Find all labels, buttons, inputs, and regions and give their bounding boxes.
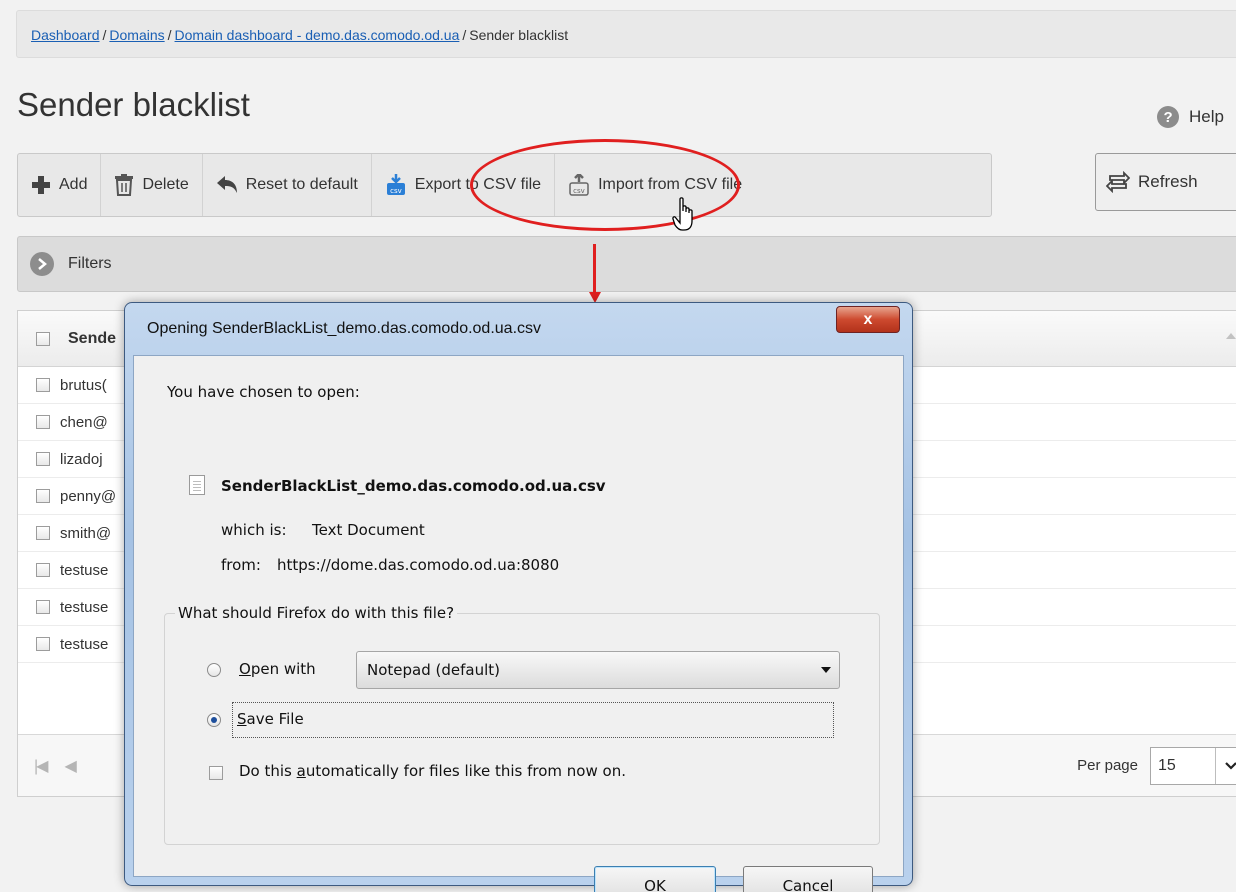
open-with-app-value: Notepad (default) [367,661,500,679]
row-sender: brutus( [60,376,107,394]
row-sender: testuse [60,561,109,579]
undo-icon [216,175,238,195]
row-checkbox[interactable] [36,563,50,577]
help-icon: ? [1157,106,1180,128]
text-file-icon [189,475,205,495]
open-file-dialog: Opening SenderBlackList_demo.das.comodo.… [124,302,913,892]
refresh-icon [1106,171,1130,193]
row-sender: smith@ [60,524,112,542]
file-name: SenderBlackList_demo.das.comodo.od.ua.cs… [221,477,606,495]
save-file-accelerator: S [237,710,247,728]
per-page-value: 15 [1158,756,1176,774]
row-sender: penny@ [60,487,117,505]
row-checkbox[interactable] [36,526,50,540]
first-page-icon[interactable]: |◀ [34,756,49,776]
page-title: Sender blacklist [17,86,250,123]
sort-arrow-icon[interactable] [1226,333,1236,339]
csv-export-icon: csv [385,174,407,196]
row-sender: testuse [60,635,109,653]
row-sender: lizadoj [60,450,103,468]
row-checkbox[interactable] [36,452,50,466]
reset-to-default-button[interactable]: Reset to default [203,154,372,216]
chosen-to-open-label: You have chosen to open: [167,383,360,401]
refresh-button[interactable]: Refresh [1095,153,1236,211]
add-button[interactable]: Add [18,154,102,216]
filters-panel-toggle[interactable]: Filters [17,236,1236,292]
auto-do-label-end: utomatically for files like this from no… [305,762,626,780]
ok-button[interactable]: OK [594,866,716,892]
row-checkbox[interactable] [36,378,50,392]
breadcrumb-domain-dashboard-link[interactable]: Domain dashboard - demo.das.comodo.od.ua [175,27,460,43]
from-value: https://dome.das.comodo.od.ua:8080 [277,556,560,574]
chevron-down-icon[interactable] [1215,747,1236,784]
ok-label: OK [644,877,666,892]
open-with-label[interactable]: Open with [239,660,316,678]
column-header-sender[interactable]: Sende [68,330,116,348]
breadcrumb-separator: / [462,27,467,43]
save-file-focus-ring [232,702,834,738]
dialog-title: Opening SenderBlackList_demo.das.comodo.… [147,320,542,337]
trash-icon [114,174,134,196]
annotation-arrow-line [593,244,596,296]
breadcrumb-dashboard-link[interactable]: Dashboard [31,27,100,43]
per-page-label: Per page [1077,757,1138,774]
which-is-value: Text Document [312,521,425,539]
save-file-label[interactable]: Save File [237,710,304,728]
breadcrumb: Dashboard / Domains / Domain dashboard - dem… [16,10,1236,58]
breadcrumb-current: Sender blacklist [469,27,569,43]
help-link[interactable]: ? Help [1157,106,1224,128]
cancel-label: Cancel [782,877,834,892]
row-checkbox[interactable] [36,600,50,614]
svg-text:csv: csv [390,187,402,195]
close-icon[interactable]: x [836,306,900,333]
chevron-right-icon [30,252,54,276]
auto-do-accelerator: a [296,762,306,780]
auto-do-label[interactable]: Do this automatically for files like thi… [239,762,626,780]
auto-do-checkbox[interactable] [209,766,223,780]
row-checkbox[interactable] [36,489,50,503]
breadcrumb-separator: / [167,27,172,43]
open-with-label-rest: pen with [250,660,316,678]
hand-cursor-icon [672,197,700,238]
save-file-label-rest: ave File [246,710,304,728]
save-file-radio[interactable] [207,713,221,727]
breadcrumb-domains-link[interactable]: Domains [109,27,164,43]
delete-label: Delete [142,176,189,193]
from-label: from: [221,556,261,574]
plus-icon [31,175,51,195]
action-question: What should Firefox do with this file? [175,604,458,622]
which-is-label: which is: [221,521,287,539]
open-with-radio[interactable] [207,663,221,677]
filters-label: Filters [68,255,112,272]
delete-button[interactable]: Delete [101,154,203,216]
dropdown-arrow-icon [821,667,831,673]
breadcrumb-separator: / [102,27,107,43]
open-with-accelerator: O [239,660,251,678]
row-checkbox[interactable] [36,637,50,651]
open-with-app-select[interactable]: Notepad (default) [356,651,840,689]
auto-do-label-start: Do this [239,762,297,780]
reset-label: Reset to default [245,176,358,193]
help-label: Help [1189,107,1224,126]
refresh-label: Refresh [1138,172,1198,191]
row-sender: testuse [60,598,109,616]
add-label: Add [59,176,88,193]
select-all-checkbox[interactable] [36,331,50,346]
dialog-body: You have chosen to open: SenderBlackList… [133,355,904,892]
previous-page-icon[interactable]: ◀ [64,756,76,776]
row-sender: chen@ [60,413,108,431]
per-page-select[interactable]: 15 [1150,746,1236,785]
row-checkbox[interactable] [36,415,50,429]
cancel-button[interactable]: Cancel [743,866,873,892]
